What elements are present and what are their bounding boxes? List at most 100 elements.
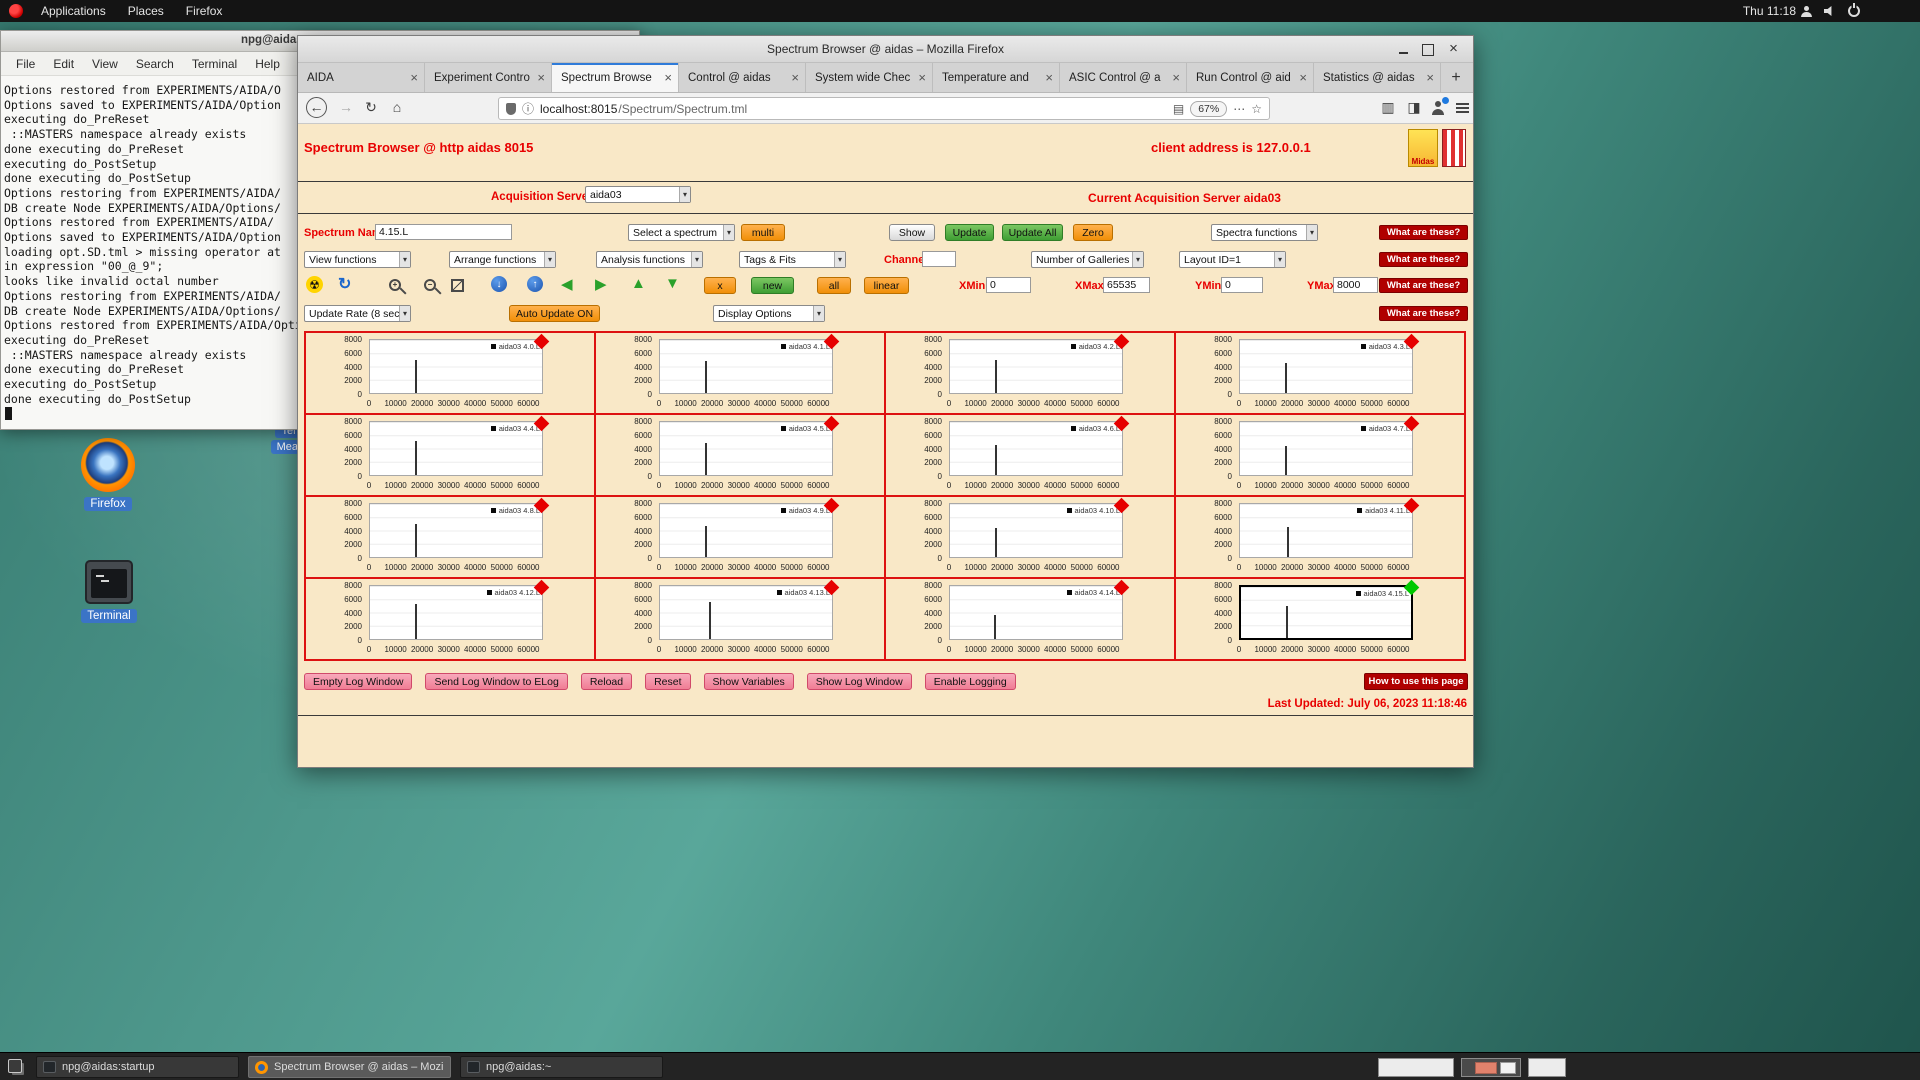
tab-close-icon[interactable]: × [1172, 70, 1180, 85]
spectrum-chart-cell[interactable]: 80006000400020000 aida03 4.14.L 01000020… [886, 579, 1174, 659]
tab-close-icon[interactable]: × [664, 70, 672, 85]
spectrum-chart-cell[interactable]: 80006000400020000 aida03 4.12.L 01000020… [306, 579, 594, 659]
zoom-level[interactable]: 67% [1190, 101, 1227, 117]
log-action-button[interactable]: Reset [645, 673, 690, 690]
shift-down-icon[interactable]: ↓ [491, 276, 507, 292]
plot-area[interactable]: aida03 4.14.L [949, 585, 1123, 640]
what-are-these-button[interactable]: What are these? [1379, 252, 1468, 267]
plot-area[interactable]: aida03 4.13.L [659, 585, 833, 640]
maximize-button[interactable] [1420, 42, 1435, 57]
spectrum-chart-cell[interactable]: 80006000400020000 aida03 4.9.L 010000200… [596, 497, 884, 577]
spectrum-chart-cell[interactable]: 80006000400020000 aida03 4.10.L 01000020… [886, 497, 1174, 577]
new-tab-button[interactable]: + [1441, 63, 1471, 92]
acquisition-server-select[interactable]: aida03 ▾ [585, 186, 691, 203]
user-status-icon[interactable] [1801, 6, 1812, 17]
update-all-button[interactable]: Update All [1002, 224, 1063, 241]
what-are-these-button[interactable]: What are these? [1379, 306, 1468, 321]
terminal-menu-item[interactable]: Search [127, 55, 183, 73]
browser-tab[interactable]: Control @ aidas × [679, 63, 806, 92]
plot-area[interactable]: aida03 4.12.L [369, 585, 543, 640]
plot-area[interactable]: aida03 4.10.L [949, 503, 1123, 558]
close-button[interactable]: × [1446, 42, 1461, 57]
spectrum-name-input[interactable] [375, 224, 512, 240]
expand-icon[interactable] [451, 279, 464, 292]
account-icon[interactable] [1430, 100, 1446, 116]
spectrum-chart-cell[interactable]: 80006000400020000 aida03 4.1.L 010000200… [596, 333, 884, 413]
tab-close-icon[interactable]: × [1045, 70, 1053, 85]
spectrum-chart-cell[interactable]: 80006000400020000 aida03 4.0.L 010000200… [306, 333, 594, 413]
what-are-these-button[interactable]: What are these? [1379, 225, 1468, 240]
browser-tab[interactable]: Run Control @ aid × [1187, 63, 1314, 92]
tags-fits-select[interactable]: Tags & Fits ▾ [739, 251, 846, 268]
tab-close-icon[interactable]: × [791, 70, 799, 85]
terminal-menu-item[interactable]: File [7, 55, 44, 73]
spectrum-chart-cell[interactable]: 80006000400020000 aida03 4.13.L 01000020… [596, 579, 884, 659]
taskbar-window-button[interactable]: npg@aidas:~ [460, 1056, 663, 1078]
browser-tab[interactable]: AIDA × [298, 63, 425, 92]
plot-area[interactable]: aida03 4.15.L [1239, 585, 1413, 640]
volume-icon[interactable] [1824, 5, 1836, 17]
xmax-input[interactable] [1103, 277, 1150, 293]
galleries-select[interactable]: Number of Galleries ▾ [1031, 251, 1144, 268]
channel-input[interactable] [922, 251, 956, 267]
page-left-icon[interactable]: ◀ [561, 275, 573, 293]
tab-close-icon[interactable]: × [410, 70, 418, 85]
window-list-icon[interactable] [8, 1059, 22, 1073]
zoom-out-icon[interactable]: − [424, 279, 436, 291]
terminal-menu-item[interactable]: Terminal [183, 55, 246, 73]
refresh-icon[interactable]: ↻ [338, 274, 351, 294]
plot-area[interactable]: aida03 4.5.L [659, 421, 833, 476]
page-actions-icon[interactable]: ⋯ [1233, 102, 1245, 116]
terminal-menu-item[interactable]: View [83, 55, 127, 73]
spectrum-chart-cell[interactable]: 80006000400020000 aida03 4.7.L 010000200… [1176, 415, 1464, 495]
ymax-input[interactable] [1333, 277, 1378, 293]
home-button[interactable]: ⌂ [387, 99, 407, 115]
minimize-button[interactable] [1396, 42, 1411, 57]
shift-up-icon[interactable]: ↑ [527, 276, 543, 292]
all-button[interactable]: all [817, 277, 851, 294]
menubar-item[interactable]: Firefox [176, 2, 233, 20]
tab-close-icon[interactable]: × [1299, 70, 1307, 85]
secondary-logo[interactable] [1442, 129, 1466, 167]
terminal-menu-item[interactable]: Edit [44, 55, 83, 73]
taskbar-window-button[interactable]: Spectrum Browser @ aidas – Mozil... [248, 1056, 451, 1078]
library-icon[interactable]: ▥ [1378, 99, 1398, 116]
zero-button[interactable]: Zero [1073, 224, 1113, 241]
url-bar[interactable]: ⓘ localhost:8015 /Spectrum/Spectrum.tml … [498, 97, 1270, 120]
what-are-these-button[interactable]: What are these? [1379, 278, 1468, 293]
terminal-menu-item[interactable]: Help [246, 55, 289, 73]
titlebar[interactable]: Spectrum Browser @ aidas – Mozilla Firef… [298, 36, 1473, 63]
xmin-input[interactable] [986, 277, 1031, 293]
plot-area[interactable]: aida03 4.7.L [1239, 421, 1413, 476]
update-rate-select[interactable]: Update Rate (8 secs) ▾ [304, 305, 411, 322]
multi-button[interactable]: multi [741, 224, 785, 241]
page-right-icon[interactable]: ▶ [595, 275, 607, 293]
browser-tab[interactable]: Experiment Contro × [425, 63, 552, 92]
auto-update-button[interactable]: Auto Update ON [509, 305, 600, 322]
browser-tab[interactable]: Statistics @ aidas × [1314, 63, 1441, 92]
log-action-button[interactable]: Send Log Window to ELog [425, 673, 567, 690]
power-icon[interactable] [1848, 5, 1860, 17]
workspace-switcher[interactable] [1378, 1057, 1566, 1077]
menubar-item[interactable]: Applications [31, 2, 116, 20]
spectrum-chart-cell[interactable]: 80006000400020000 aida03 4.5.L 010000200… [596, 415, 884, 495]
plot-area[interactable]: aida03 4.6.L [949, 421, 1123, 476]
plot-area[interactable]: aida03 4.4.L [369, 421, 543, 476]
workspace-3[interactable] [1528, 1058, 1566, 1077]
linear-button[interactable]: linear [864, 277, 909, 294]
spectrum-chart-cell[interactable]: 80006000400020000 aida03 4.2.L 010000200… [886, 333, 1174, 413]
tab-close-icon[interactable]: × [537, 70, 545, 85]
midas-logo[interactable]: Midas [1408, 129, 1438, 167]
log-action-button[interactable]: Show Log Window [807, 673, 912, 690]
back-button[interactable]: ← [306, 97, 327, 118]
log-action-button[interactable]: Show Variables [704, 673, 794, 690]
browser-tab[interactable]: Spectrum Browse × [552, 63, 679, 92]
new-button[interactable]: new [751, 277, 794, 294]
tab-close-icon[interactable]: × [1426, 70, 1434, 85]
plot-area[interactable]: aida03 4.9.L [659, 503, 833, 558]
browser-tab[interactable]: System wide Chec × [806, 63, 933, 92]
help-button[interactable]: How to use this page [1364, 673, 1468, 690]
forward-button[interactable]: → [336, 99, 356, 115]
reload-button[interactable]: ↻ [361, 99, 381, 116]
zoom-in-icon[interactable]: + [389, 279, 401, 291]
